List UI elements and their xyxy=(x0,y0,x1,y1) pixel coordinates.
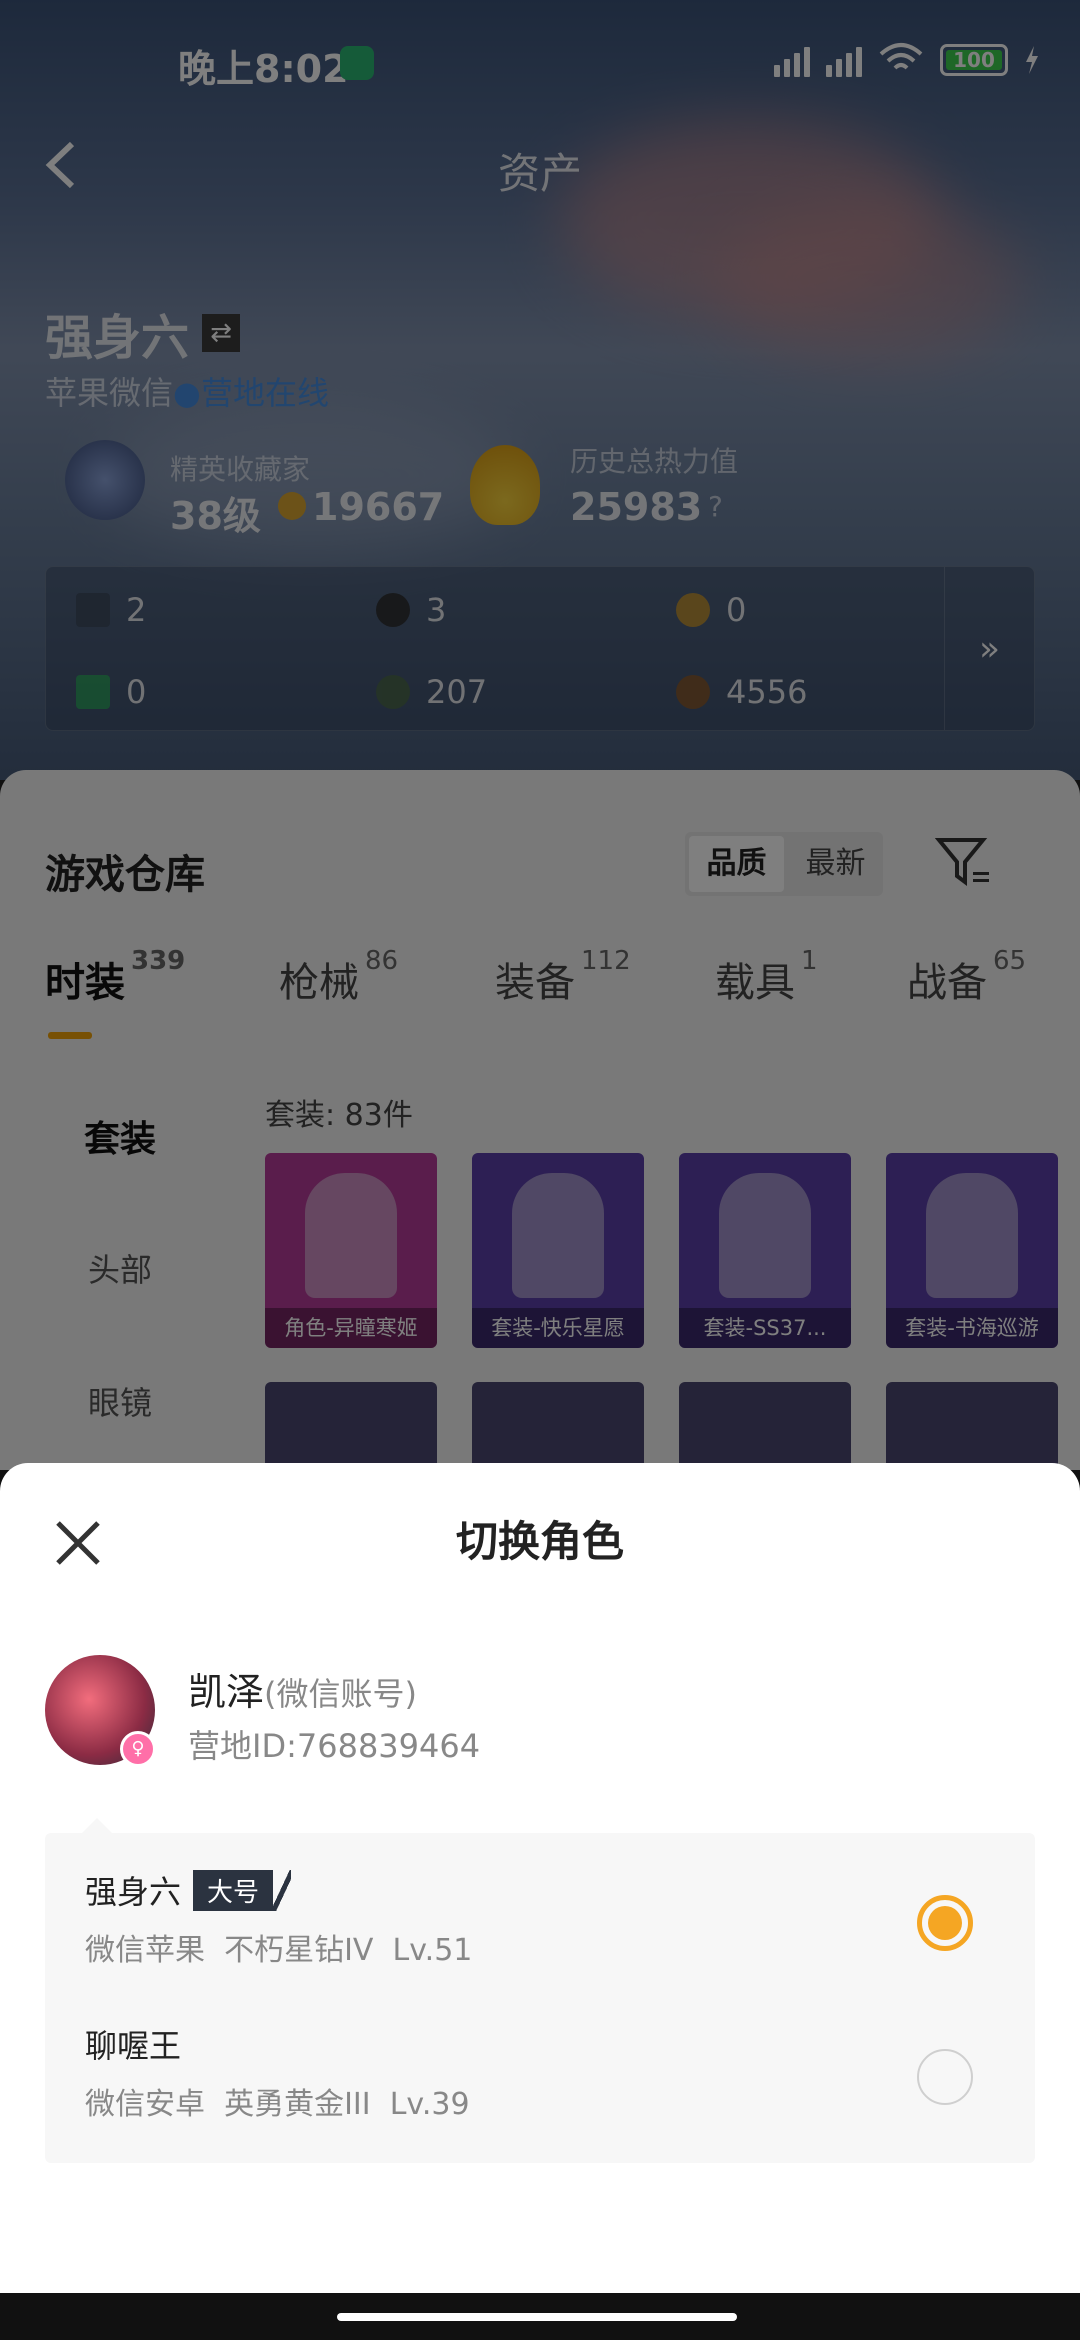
role-item[interactable]: 强身六 大号 微信苹果 不朽星钻IV Lv.51 xyxy=(45,1841,1035,1991)
sheet-title: 切换角色 xyxy=(455,1517,624,1566)
role-item[interactable]: 聊喔王 微信安卓 英勇黄金III Lv.39 xyxy=(45,1995,1035,2145)
switch-role-sheet: 切换角色 ♀ 凯泽(微信账号) 营地ID:768839464 强身六 大号 微信苹… xyxy=(0,1463,1080,2293)
role-radio[interactable] xyxy=(917,2049,973,2105)
account-name: 凯泽(微信账号) xyxy=(188,1670,417,1714)
account-id: 营地ID:768839464 xyxy=(188,1727,481,1765)
role-detail: 微信苹果 不朽星钻IV Lv.51 xyxy=(85,1933,473,1968)
home-indicator[interactable] xyxy=(337,2313,737,2321)
main-account-tag: 大号 xyxy=(193,1869,292,1911)
role-detail: 微信安卓 英勇黄金III Lv.39 xyxy=(85,2087,470,2122)
role-list: 强身六 大号 微信苹果 不朽星钻IV Lv.51 聊喔王 微信安卓 英勇黄金III… xyxy=(45,1833,1035,2163)
role-name: 聊喔王 xyxy=(85,2027,182,2065)
role-name: 强身六 xyxy=(85,1873,182,1911)
gender-female-icon: ♀ xyxy=(120,1731,156,1767)
roles-pointer xyxy=(82,1818,112,1833)
role-radio-selected[interactable] xyxy=(917,1895,973,1951)
